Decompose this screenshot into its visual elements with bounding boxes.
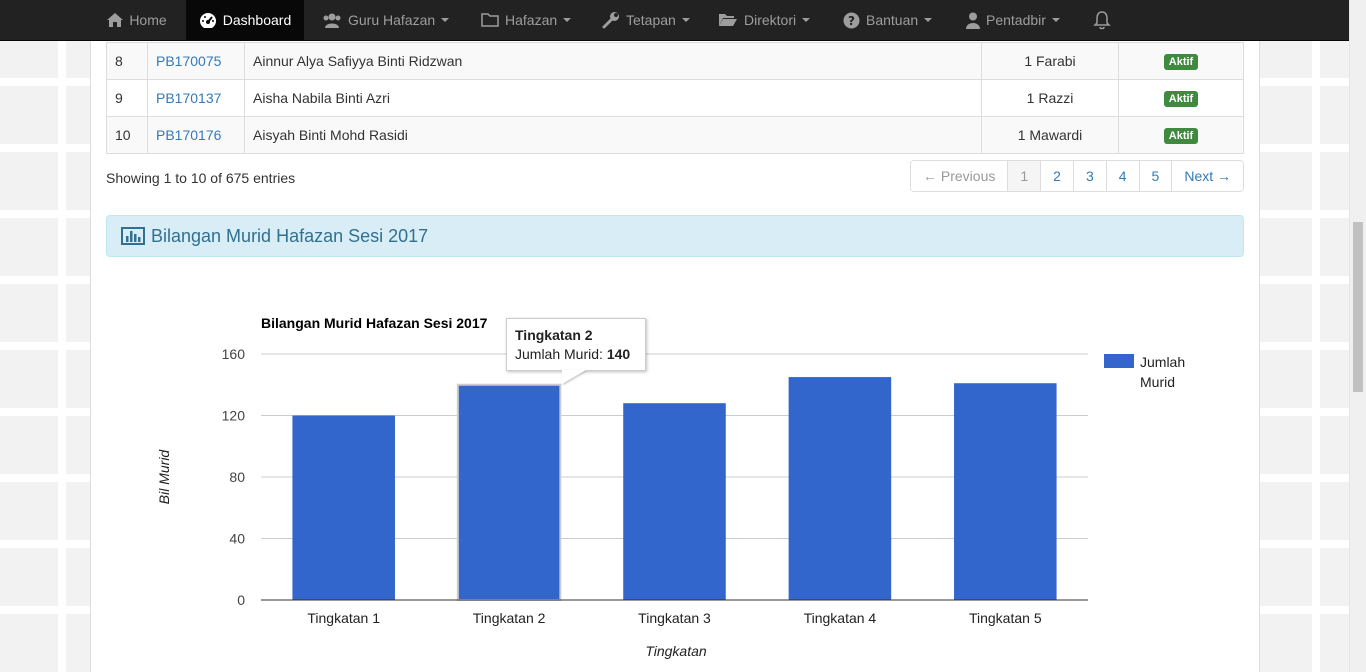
student-class: 1 Farabi <box>981 42 1119 80</box>
svg-text:?: ? <box>848 14 855 28</box>
chevron-down-icon <box>681 18 690 22</box>
student-id-link[interactable]: PB170176 <box>156 127 221 143</box>
y-axis-title: Bil Murid <box>156 449 172 505</box>
pagination-page-2[interactable]: 2 <box>1040 161 1073 191</box>
status-badge: Aktif <box>1163 128 1199 144</box>
dashboard-icon <box>199 13 216 28</box>
x-tick-label: Tingkatan 3 <box>638 610 711 626</box>
chart-title: Bilangan Murid Hafazan Sesi 2017 <box>261 315 488 331</box>
pagination-next[interactable]: Next → <box>1171 161 1244 191</box>
legend-swatch <box>1104 354 1134 368</box>
tooltip-arrow <box>562 370 586 384</box>
chart-panel-title: Bilangan Murid Hafazan Sesi 2017 <box>151 225 429 246</box>
row-number: 10 <box>106 116 148 154</box>
table-row[interactable]: 10 PB170176 Aisyah Binti Mohd Rasidi 1 M… <box>106 116 1244 154</box>
nav-dashboard-label: Dashboard <box>222 12 292 28</box>
nav-bantuan-label: Bantuan <box>866 12 919 28</box>
notifications-button[interactable] <box>1093 0 1117 40</box>
student-name: Ainnur Alya Safiyya Binti Ridzwan <box>244 42 982 80</box>
folder-open-icon <box>719 14 737 26</box>
y-tick-label: 160 <box>222 346 246 362</box>
x-tick-label: Tingkatan 1 <box>307 610 380 626</box>
nav-pentadbir-label: Pentadbir <box>986 12 1046 28</box>
nav-dashboard[interactable]: Dashboard <box>186 0 304 40</box>
table-row[interactable]: 8 PB170075 Ainnur Alya Safiyya Binti Rid… <box>106 42 1244 80</box>
nav-direktori-label: Direktori <box>744 12 797 28</box>
pagination-page-1[interactable]: 1 <box>1007 161 1041 191</box>
nav-direktori[interactable]: Direktori <box>718 0 811 40</box>
nav-guru-hafazan[interactable]: Guru Hafazan <box>322 0 450 40</box>
y-tick-label: 0 <box>237 592 245 608</box>
row-number: 8 <box>106 42 148 80</box>
x-tick-label: Tingkatan 4 <box>804 610 877 626</box>
student-class: 1 Razzi <box>981 79 1119 117</box>
pagination-page-5[interactable]: 5 <box>1138 161 1172 191</box>
x-axis-title: Tingkatan <box>645 643 707 659</box>
x-tick-label: Tingkatan 5 <box>969 610 1042 626</box>
x-tick-label: Tingkatan 2 <box>473 610 546 626</box>
legend-label-line2: Murid <box>1140 374 1175 390</box>
status-badge: Aktif <box>1163 91 1199 107</box>
question-circle-icon: ? <box>843 12 860 28</box>
bar-chart-icon <box>121 227 145 245</box>
chevron-down-icon <box>563 18 572 22</box>
nav-hafazan[interactable]: Hafazan <box>481 0 572 40</box>
chart-panel-heading: Bilangan Murid Hafazan Sesi 2017 <box>106 215 1244 257</box>
bar-chart: Bilangan Murid Hafazan Sesi 2017 0 40 80 120… <box>156 315 1185 659</box>
scrollbar-thumb[interactable] <box>1353 222 1363 392</box>
chart-tooltip: Tingkatan 2 Jumlah Murid: 140 <box>506 318 646 371</box>
top-navbar: Home Dashboard Guru Hafazan Hafazan Teta… <box>0 0 1349 41</box>
chevron-down-icon <box>1051 18 1060 22</box>
student-id-link[interactable]: PB170075 <box>156 53 221 69</box>
nav-pentadbir[interactable]: Pentadbir <box>966 0 1060 40</box>
student-name: Aisha Nabila Binti Azri <box>244 79 982 117</box>
nav-home-label: Home <box>129 12 167 28</box>
pagination-page-3[interactable]: 3 <box>1072 161 1106 191</box>
chevron-down-icon <box>441 18 450 22</box>
status-badge: Aktif <box>1163 54 1199 70</box>
tooltip-category: Tingkatan 2 <box>515 327 593 343</box>
folder-icon <box>481 13 499 27</box>
nav-hafazan-label: Hafazan <box>505 12 558 28</box>
page-scrollbar[interactable] <box>1349 0 1366 672</box>
pagination: ← Previous 1 2 3 4 5 Next → <box>910 160 1245 192</box>
nav-tetapan[interactable]: Tetapan <box>602 0 690 40</box>
row-number: 9 <box>106 79 148 117</box>
chevron-down-icon <box>802 18 811 22</box>
home-icon <box>107 13 124 27</box>
legend-label-line1: Jumlah <box>1140 354 1185 370</box>
wrench-icon <box>602 12 619 29</box>
bell-icon <box>1093 11 1111 30</box>
y-tick-label: 120 <box>222 408 246 424</box>
chart-bar <box>292 415 395 600</box>
y-tick-label: 80 <box>229 469 245 485</box>
nav-tetapan-label: Tetapan <box>626 12 676 28</box>
pagination-previous[interactable]: ← Previous <box>911 161 1008 191</box>
tooltip-label: Jumlah Murid: <box>515 346 603 362</box>
nav-bantuan[interactable]: ? Bantuan <box>843 0 933 40</box>
students-table: 8 PB170075 Ainnur Alya Safiyya Binti Rid… <box>106 42 1244 154</box>
table-row[interactable]: 9 PB170137 Aisha Nabila Binti Azri 1 Raz… <box>106 79 1244 117</box>
tooltip-value: 140 <box>606 346 631 362</box>
chart-bar <box>954 383 1057 600</box>
table-info: Showing 1 to 10 of 675 entries <box>106 170 296 186</box>
student-id-link[interactable]: PB170137 <box>156 90 221 106</box>
student-class: 1 Mawardi <box>981 116 1119 154</box>
y-tick-label: 40 <box>229 531 245 547</box>
user-icon <box>966 12 980 29</box>
nav-home[interactable]: Home <box>96 0 178 40</box>
nav-guru-hafazan-label: Guru Hafazan <box>348 12 436 28</box>
chart-bar <box>788 377 892 600</box>
users-icon <box>323 13 341 28</box>
chart-bar <box>456 383 562 601</box>
student-name: Aisyah Binti Mohd Rasidi <box>244 116 982 154</box>
chart-bar <box>623 403 726 600</box>
chevron-down-icon <box>924 18 933 22</box>
pagination-page-4[interactable]: 4 <box>1105 161 1139 191</box>
